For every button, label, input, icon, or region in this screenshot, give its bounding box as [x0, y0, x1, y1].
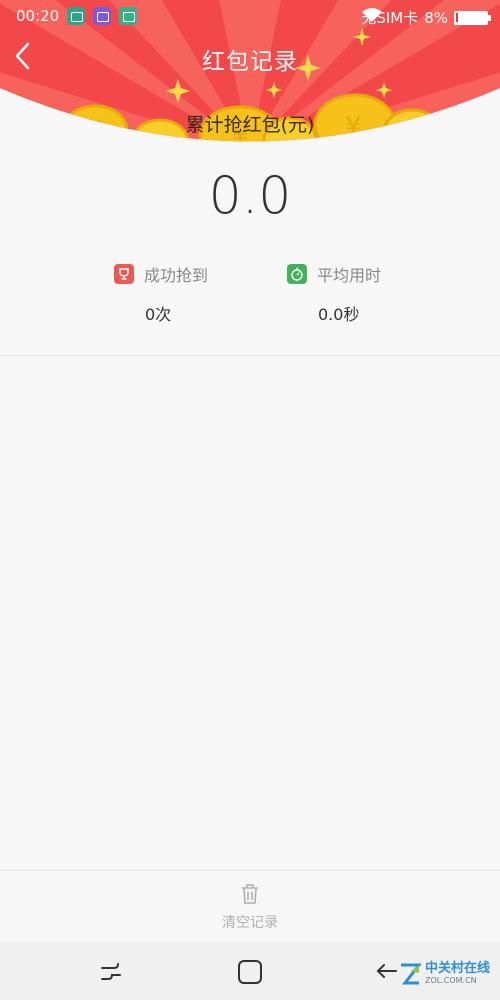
map-app-icon	[67, 7, 86, 25]
timer-icon	[287, 264, 307, 284]
home-button[interactable]	[235, 957, 265, 987]
clear-records-button[interactable]: 清空记录	[200, 882, 300, 934]
status-bar: 00:20 无SIM卡 8%	[0, 0, 500, 34]
trophy-icon	[114, 264, 134, 284]
trash-icon	[242, 884, 258, 904]
battery-icon	[454, 10, 491, 25]
footer-divider	[0, 870, 500, 871]
home-icon	[238, 960, 262, 984]
stat-average-label: 平均用时	[317, 266, 382, 285]
recent-apps-button[interactable]	[96, 957, 126, 987]
nav-back-button[interactable]	[372, 957, 402, 987]
zol-watermark: 中关村在线 ZOL.COM.CN	[399, 962, 490, 985]
watermark-main: 中关村在线	[424, 961, 490, 976]
zol-logo-icon	[400, 963, 421, 984]
battery-app-icon	[119, 7, 138, 25]
gallery-app-icon	[93, 7, 112, 25]
status-time: 00:20	[16, 7, 60, 25]
battery-percent: 8%	[424, 8, 448, 27]
battery-level	[456, 12, 458, 22]
stat-success-label: 成功抢到	[144, 266, 209, 285]
total-amount: 0.0	[208, 166, 292, 226]
back-icon	[376, 964, 397, 978]
watermark-sub: ZOL.COM.CN	[424, 976, 477, 985]
wifi-icon	[362, 8, 383, 22]
stat-average: 平均用时 0.0秒	[287, 262, 447, 325]
divider	[0, 355, 500, 356]
total-label: 累计抢红包(元)	[185, 114, 315, 136]
clear-records-label: 清空记录	[222, 915, 278, 931]
page-title: 红包记录	[202, 49, 298, 75]
stat-success: 成功抢到 0次	[114, 262, 274, 325]
stat-success-value: 0次	[145, 305, 172, 324]
recent-apps-icon	[101, 963, 121, 980]
stat-average-value: 0.0秒	[318, 305, 360, 324]
